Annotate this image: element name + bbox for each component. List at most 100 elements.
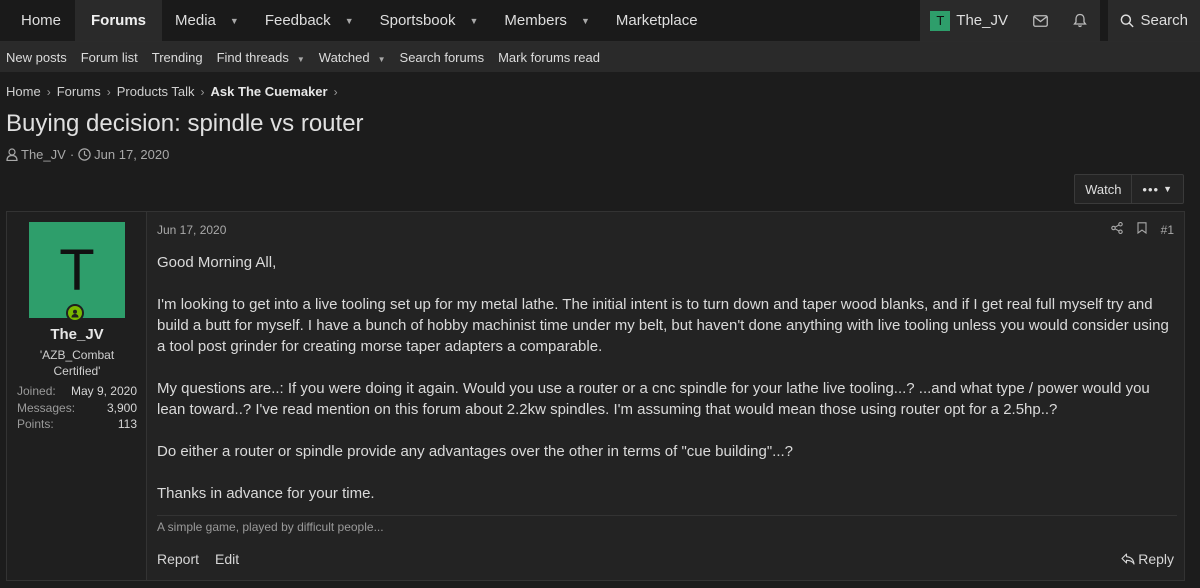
- report-button[interactable]: Report: [157, 551, 199, 567]
- post-paragraph: I'm looking to get into a live tooling s…: [157, 296, 1169, 355]
- nav-home-label: Home: [21, 12, 62, 29]
- sub-navigation: New posts Forum list Trending Find threa…: [0, 42, 1200, 72]
- nav-marketplace[interactable]: Marketplace: [603, 0, 711, 41]
- chevron-down-icon[interactable]: ▼: [470, 16, 479, 26]
- subnav-find-threads[interactable]: Find threads ▼: [211, 50, 311, 65]
- nav-media-label: Media: [175, 12, 216, 29]
- chevron-right-icon: ›: [200, 84, 205, 99]
- nav-sportsbook-label: Sportsbook: [379, 12, 456, 29]
- subnav-forum-list[interactable]: Forum list: [75, 50, 144, 65]
- post-paragraph: Thanks in advance for your time.: [157, 485, 375, 502]
- account-menu-button[interactable]: T The_JV: [920, 0, 1020, 41]
- thread-meta: The_JV · Jun 17, 2020: [6, 147, 169, 162]
- post-username[interactable]: The_JV: [7, 326, 147, 343]
- watch-button[interactable]: Watch: [1075, 175, 1133, 203]
- post-paragraph: My questions are..: If you were doing it…: [157, 380, 1150, 418]
- online-status-icon: [66, 304, 84, 322]
- thread-actions: Watch ••• ▼: [1074, 174, 1184, 204]
- chevron-down-icon[interactable]: ▼: [297, 55, 305, 64]
- chevron-down-icon[interactable]: ▼: [378, 55, 386, 64]
- subnav-new-posts-label: New posts: [6, 49, 67, 65]
- subnav-watched[interactable]: Watched ▼: [313, 50, 392, 65]
- nav-members[interactable]: Members ▼: [491, 0, 602, 41]
- stat-points-value: 113: [117, 417, 137, 431]
- bell-icon: [1073, 13, 1087, 28]
- breadcrumb-forums[interactable]: Forums: [57, 84, 101, 99]
- page-title: Buying decision: spindle vs router: [6, 110, 364, 137]
- nav-user-area: T The_JV Search: [920, 0, 1200, 41]
- nav-marketplace-label: Marketplace: [615, 12, 698, 29]
- breadcrumb-ask-the-cuemaker[interactable]: Ask The Cuemaker: [211, 84, 328, 99]
- nav-forums-label: Forums: [91, 12, 147, 29]
- nav-forums[interactable]: Forums: [75, 0, 163, 41]
- stat-joined-label: Joined:: [17, 384, 56, 398]
- share-icon[interactable]: [1110, 221, 1123, 237]
- account-username: The_JV: [956, 12, 1008, 29]
- more-options-button[interactable]: ••• ▼: [1132, 175, 1183, 203]
- clock-icon: [78, 148, 91, 161]
- subnav-new-posts[interactable]: New posts: [0, 50, 73, 65]
- thread-author[interactable]: The_JV: [21, 147, 66, 162]
- signature: A simple game, played by difficult peopl…: [157, 520, 384, 534]
- chevron-right-icon: ›: [333, 84, 338, 99]
- search-icon: [1120, 13, 1134, 27]
- stat-messages-value: 3,900: [106, 401, 137, 415]
- nav-feedback-label: Feedback: [264, 12, 331, 29]
- nav-media[interactable]: Media ▼: [162, 0, 252, 41]
- bookmark-icon[interactable]: [1137, 222, 1147, 237]
- chevron-down-icon: ▼: [1163, 184, 1173, 194]
- search-button[interactable]: Search: [1108, 0, 1200, 41]
- thread-date[interactable]: Jun 17, 2020: [94, 147, 169, 162]
- subnav-mark-read-label: Mark forums read: [498, 49, 600, 65]
- stat-joined: Joined: May 9, 2020: [17, 384, 137, 398]
- nav-feedback[interactable]: Feedback ▼: [252, 0, 367, 41]
- stat-messages: Messages: 3,900: [17, 401, 137, 415]
- nav-sportsbook[interactable]: Sportsbook ▼: [367, 0, 492, 41]
- reply-label: Reply: [1138, 551, 1174, 567]
- post-paragraph: Good Morning All,: [157, 254, 277, 271]
- post: T The_JV 'AZB_Combat Certified' Joined: …: [6, 211, 1185, 581]
- subnav-forum-list-label: Forum list: [80, 49, 138, 65]
- post-number[interactable]: #1: [1161, 223, 1174, 237]
- reply-button[interactable]: Reply: [1121, 551, 1174, 567]
- subnav-search-forums-label: Search forums: [399, 49, 485, 65]
- stat-points: Points: 113: [17, 417, 137, 431]
- nav-home[interactable]: Home: [0, 0, 75, 41]
- search-label: Search: [1140, 12, 1188, 29]
- stat-joined-value: May 9, 2020: [70, 384, 137, 398]
- subnav-trending-label: Trending: [151, 49, 203, 65]
- stat-points-label: Points:: [17, 417, 54, 431]
- nav-members-label: Members: [504, 12, 567, 29]
- post-actions: #1: [1110, 221, 1174, 237]
- post-body: Good Morning All, I'm looking to get int…: [157, 252, 1177, 525]
- chevron-right-icon: ›: [106, 84, 111, 99]
- breadcrumb-home[interactable]: Home: [6, 84, 41, 99]
- post-user-cell: T The_JV 'AZB_Combat Certified' Joined: …: [7, 212, 147, 580]
- user-icon: [6, 148, 18, 161]
- inbox-button[interactable]: [1020, 0, 1060, 41]
- user-title: 'AZB_Combat Certified': [39, 348, 115, 378]
- signature-divider: [157, 515, 1177, 516]
- chevron-down-icon[interactable]: ▼: [581, 16, 590, 26]
- alerts-button[interactable]: [1060, 0, 1100, 41]
- breadcrumb-products-talk[interactable]: Products Talk: [117, 84, 195, 99]
- subnav-watched-label: Watched: [318, 49, 370, 65]
- chevron-down-icon[interactable]: ▼: [230, 16, 239, 26]
- envelope-icon: [1032, 14, 1048, 27]
- reply-icon: [1121, 553, 1135, 565]
- avatar: T: [930, 10, 951, 31]
- chevron-down-icon[interactable]: ▼: [345, 16, 354, 26]
- subnav-mark-read[interactable]: Mark forums read: [492, 50, 606, 65]
- subnav-find-threads-label: Find threads: [216, 49, 289, 65]
- breadcrumb: Home › Forums › Products Talk › Ask The …: [6, 84, 344, 99]
- more-icon: •••: [1142, 181, 1160, 197]
- post-paragraph: Do either a router or spindle provide an…: [157, 443, 794, 460]
- top-navigation: Home Forums Media ▼ Feedback ▼ Sportsbook ▼…: [0, 0, 1200, 42]
- subnav-search-forums[interactable]: Search forums: [394, 50, 491, 65]
- post-footer: Report Edit: [157, 551, 239, 567]
- subnav-trending[interactable]: Trending: [146, 50, 209, 65]
- edit-button[interactable]: Edit: [215, 551, 239, 567]
- chevron-right-icon: ›: [46, 84, 51, 99]
- post-date[interactable]: Jun 17, 2020: [157, 223, 226, 237]
- meta-separator: ·: [69, 147, 75, 162]
